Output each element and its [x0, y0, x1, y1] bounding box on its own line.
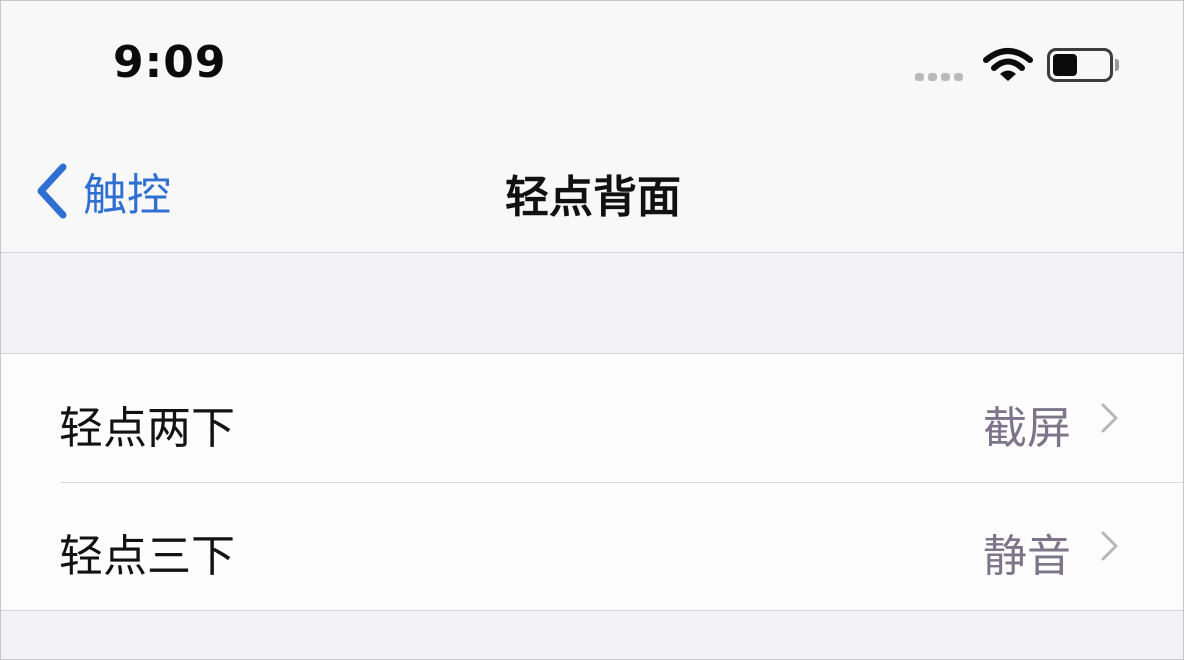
wifi-icon	[983, 48, 1033, 81]
battery-level-fill	[1053, 54, 1077, 76]
settings-list: 轻点两下 截屏 轻点三下 静音	[1, 353, 1183, 611]
row-label: 轻点两下	[59, 403, 235, 454]
row-value: 静音	[983, 531, 1071, 582]
page-title: 轻点背面	[505, 172, 681, 223]
list-item-double-tap[interactable]: 轻点两下 截屏	[1, 354, 1183, 482]
status-time: 9:09	[113, 37, 227, 88]
row-separator	[61, 482, 1183, 483]
header-area: 9:09 触控 轻点背面	[1, 1, 1183, 253]
row-value: 截屏	[983, 403, 1071, 454]
chevron-right-icon	[1101, 531, 1118, 561]
chevron-right-icon	[1101, 403, 1118, 433]
row-label: 轻点三下	[59, 531, 235, 582]
list-item-triple-tap[interactable]: 轻点三下 静音	[1, 482, 1183, 610]
phone-screen: 9:09 触控 轻点背面 轻点两下 截屏 轻点三下 静音	[0, 0, 1184, 660]
cellular-signal-icon	[915, 73, 963, 81]
battery-icon	[1047, 48, 1113, 82]
battery-cap	[1115, 59, 1119, 71]
